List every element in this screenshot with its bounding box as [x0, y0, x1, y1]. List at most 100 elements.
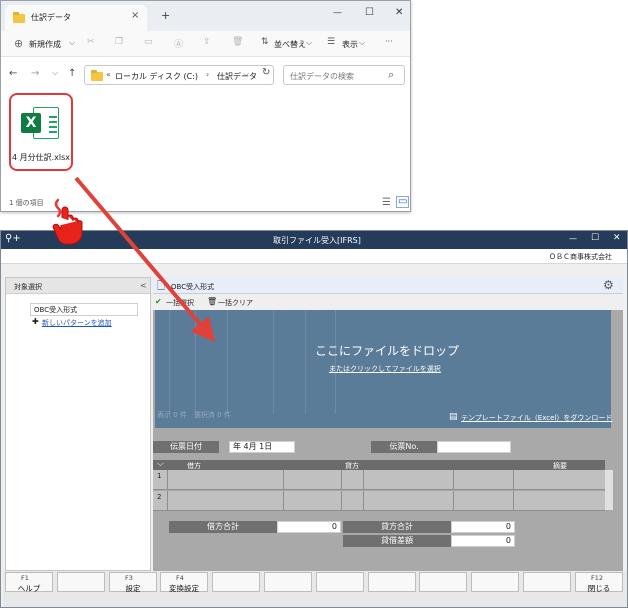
excel-file-item[interactable]: X 4 月分仕訳.xlsx — [9, 93, 73, 171]
voucher-no-field[interactable] — [437, 441, 511, 453]
address-dropdown-button[interactable]: ⌵ — [243, 69, 249, 79]
import-app-window: ⚲+ 取引ファイル受入[IFRS] — ☐ ✕ ＯＢＣ商事株式会社 対象選択 <… — [0, 230, 628, 608]
credit-total-value: 0 — [451, 521, 515, 533]
clear-all-button[interactable]: 一括クリア — [218, 298, 253, 308]
ghost-count: 表示 0 件 選択済 0 件 — [157, 411, 231, 419]
difference-label: 貸借差額 — [343, 535, 451, 547]
panel-collapse-button[interactable]: < — [140, 281, 147, 290]
function-key-code: F1 — [21, 574, 29, 582]
app-title-bar: ⚲+ 取引ファイル受入[IFRS] — ☐ ✕ — [1, 231, 627, 249]
hand-pointer-icon — [52, 198, 83, 245]
panel-title: 対象選択 — [14, 283, 42, 291]
back-button[interactable]: ← — [9, 68, 17, 79]
forward-button[interactable]: → — [31, 68, 39, 79]
function-key-label: 変換設定 — [169, 584, 199, 593]
trash-icon: 🗑 — [207, 297, 218, 306]
app-close-button[interactable]: ✕ — [613, 233, 621, 243]
check-icon: ✔ — [155, 297, 162, 306]
search-input[interactable]: 仕訳データの検索 ⌕ — [283, 65, 405, 85]
file-drop-zone[interactable]: 表示 0 件 選択済 0 件 ここにファイルをドロップ またはクリックしてファイ… — [155, 310, 612, 428]
voucher-date-label: 伝票日付 — [153, 441, 219, 453]
maximize-button[interactable]: ☐ — [365, 7, 374, 18]
function-key-6[interactable] — [264, 572, 312, 592]
sort-chevron-icon[interactable]: ⌵ — [306, 38, 312, 48]
search-icon[interactable]: ⌕ — [388, 68, 394, 82]
select-all-button[interactable]: 一括選択 — [166, 298, 194, 308]
function-key-12[interactable]: F12 閉じる — [575, 572, 623, 593]
rename-icon: Ⓐ — [174, 40, 184, 50]
function-key-2[interactable] — [57, 572, 105, 592]
more-options-button[interactable]: ··· — [385, 37, 393, 46]
chevron-down-icon[interactable]: ⌵ — [69, 38, 75, 48]
company-bar: ＯＢＣ商事株式会社 — [1, 249, 627, 264]
breadcrumb-folder[interactable]: 仕訳データ — [217, 71, 257, 82]
copy-icon: ❐ — [115, 37, 124, 47]
function-key-3[interactable]: F3 設定 — [109, 572, 157, 593]
function-key-7[interactable] — [316, 572, 364, 592]
view-button[interactable]: 表示 — [342, 39, 358, 50]
format-header: 🗋 OBC受入形式 ⚙ — [153, 277, 623, 294]
row-number: 2 — [157, 493, 162, 501]
function-key-5[interactable] — [212, 572, 260, 592]
debit-total-label: 借方合計 — [169, 521, 277, 533]
share-icon: ⇪ — [203, 37, 211, 47]
function-key-4[interactable]: F4 変換設定 — [160, 572, 208, 593]
function-key-11[interactable] — [523, 572, 571, 592]
delete-icon: 🗑 — [232, 37, 244, 47]
voucher-no-label: 伝票No. — [371, 441, 437, 453]
history-dropdown-button[interactable]: ⌵ — [52, 68, 58, 78]
app-search-icon[interactable]: ⚲+ — [5, 233, 21, 244]
minimize-button[interactable]: — — [333, 8, 342, 18]
sort-icon: ⇅ — [261, 37, 269, 47]
address-row: ← → ⌵ ↑ « ローカル ディスク (C:) › 仕訳データ ⌵ ↻ 仕訳デ… — [1, 57, 410, 89]
pattern-item[interactable]: OBC受入形式 — [30, 303, 138, 316]
table-row[interactable]: 2 — [153, 491, 605, 511]
breadcrumb-drive[interactable]: ローカル ディスク (C:) — [115, 71, 198, 82]
tab-close-button[interactable]: × — [131, 10, 139, 21]
gear-icon[interactable]: ⚙ — [603, 278, 614, 292]
grid-scrollbar[interactable] — [605, 470, 613, 510]
large-icons-view-icon[interactable]: ▭ — [396, 196, 410, 208]
app-maximize-button[interactable]: ☐ — [591, 233, 599, 243]
format-title: OBC受入形式 — [171, 283, 215, 291]
panel-header: 対象選択 < — [6, 278, 150, 294]
file-name-label: 4 月分仕訳.xlsx — [11, 153, 71, 162]
main-area: 🗋 OBC受入形式 ⚙ ✔ 一括選択 🗑 一括クリア 表示 0 件 選択済 0 … — [153, 277, 623, 571]
function-key-8[interactable] — [368, 572, 416, 592]
view-chevron-icon[interactable]: ⌵ — [359, 38, 365, 48]
add-pattern-link[interactable]: 新しいパターンを追加 — [42, 318, 112, 328]
explorer-tab[interactable]: 仕訳データ × — [5, 5, 147, 31]
table-row[interactable]: 1 — [153, 470, 605, 490]
choose-file-link[interactable]: またはクリックしてファイルを選択 — [329, 364, 441, 374]
function-key-10[interactable] — [471, 572, 519, 592]
voucher-header: 伝票日付 年 4月 1日 伝票No. — [153, 440, 623, 454]
new-button[interactable]: 新規作成 — [29, 39, 61, 50]
explorer-tab-bar: 仕訳データ × + — ☐ ✕ — [1, 1, 410, 31]
breadcrumb-overflow[interactable]: « — [106, 70, 111, 79]
file-explorer-window: 仕訳データ × + — ☐ ✕ ⊕ 新規作成 ⌵ ✂ ❐ ▭ Ⓐ ⇪ 🗑 ⇅ 並… — [0, 0, 411, 212]
function-key-label: ヘルプ — [17, 584, 41, 593]
refresh-button[interactable]: ↻ — [262, 67, 270, 78]
new-icon: ⊕ — [14, 37, 24, 50]
search-placeholder: 仕訳データの検索 — [290, 72, 354, 81]
template-download-link[interactable]: テンプレートファイル（Excel）をダウンロード — [461, 413, 612, 423]
debit-total-value: 0 — [277, 521, 341, 533]
pattern-label: OBC受入形式 — [34, 306, 78, 314]
close-button[interactable]: ✕ — [395, 7, 403, 18]
function-key-9[interactable] — [419, 572, 467, 592]
voucher-date-field[interactable]: 年 4月 1日 — [229, 441, 295, 453]
grid-collapse-icon[interactable]: ⌵ — [157, 459, 164, 469]
details-view-icon[interactable]: ☰ — [382, 197, 391, 208]
function-key-label: 設定 — [125, 584, 141, 593]
excel-template-icon: ▤ — [449, 412, 458, 422]
app-minimize-button[interactable]: — — [569, 234, 577, 243]
function-key-bar: F1 ヘルプ F3 設定 F4 変換設定 F12 閉じる — [3, 571, 627, 607]
new-tab-button[interactable]: + — [161, 9, 170, 22]
up-button[interactable]: ↑ — [68, 68, 76, 79]
sort-button[interactable]: 並べ替え — [274, 39, 306, 50]
drop-title: ここにファイルをドロップ — [315, 344, 460, 358]
function-key-1[interactable]: F1 ヘルプ — [5, 572, 53, 593]
entry-grid-header: ⌵ 借方 貸方 摘要 — [153, 459, 605, 470]
tab-title: 仕訳データ — [31, 13, 71, 22]
cut-icon: ✂ — [87, 37, 95, 47]
